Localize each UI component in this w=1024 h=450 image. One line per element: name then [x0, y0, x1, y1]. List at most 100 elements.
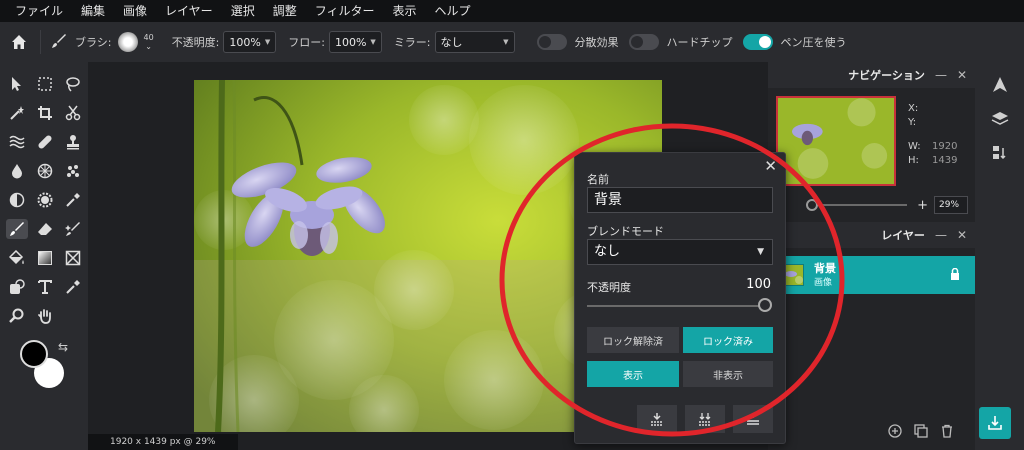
toggle-knob	[758, 36, 771, 48]
duplicate-layer-icon[interactable]	[914, 424, 928, 441]
export-icon[interactable]	[979, 407, 1011, 439]
unlock-button[interactable]: ロック解除済	[587, 327, 679, 353]
zoom-controls: + 29%	[776, 196, 968, 214]
toggle-knob	[630, 36, 643, 48]
shapes-tool-icon[interactable]	[6, 277, 28, 297]
delete-layer-icon[interactable]	[940, 424, 954, 441]
h-value: 1439	[932, 155, 958, 166]
layers-footer	[888, 424, 954, 441]
zoom-tool-icon[interactable]	[6, 306, 28, 326]
menu-image[interactable]: 画像	[114, 0, 156, 22]
layers-title: レイヤー	[881, 229, 925, 242]
show-button[interactable]: 表示	[587, 361, 679, 387]
paint-bucket-icon[interactable]	[6, 248, 28, 268]
brush-preview[interactable]	[117, 32, 138, 52]
menu-edit[interactable]: 編集	[72, 0, 114, 22]
blend-mode-value: なし	[594, 244, 621, 259]
merge-visible-icon[interactable]	[685, 405, 725, 433]
hard-tip-toggle[interactable]	[628, 34, 659, 50]
home-icon[interactable]	[8, 31, 30, 53]
flow-label: フロー:	[288, 36, 325, 49]
flatten-icon[interactable]	[733, 405, 773, 433]
opacity-value: 100	[746, 277, 771, 292]
shape-tool-icon[interactable]	[62, 248, 84, 268]
history-icon[interactable]	[975, 136, 1024, 170]
navigator-viewport-frame[interactable]	[776, 96, 896, 186]
zoom-in-icon[interactable]: +	[917, 198, 928, 213]
pen-pressure-label: ペン圧を使う	[780, 36, 847, 49]
gradient-tool-icon[interactable]	[34, 248, 56, 268]
hide-button[interactable]: 非表示	[683, 361, 773, 387]
menu-adjust[interactable]: 調整	[264, 0, 306, 22]
opacity-dropdown[interactable]: 100% ▼	[223, 31, 277, 53]
dots-tool-icon[interactable]	[62, 161, 84, 181]
blend-mode-select[interactable]: なし ▼	[587, 239, 773, 265]
close-icon[interactable]: ✕	[764, 157, 777, 175]
menu-file[interactable]: ファイル	[6, 0, 72, 22]
zoom-slider[interactable]	[806, 199, 908, 211]
dropdown-arrow-icon: ▼	[370, 38, 376, 46]
blur-tool-icon[interactable]	[6, 161, 28, 181]
menu-select[interactable]: 選択	[222, 0, 264, 22]
flow-value: 100%	[334, 35, 367, 49]
add-layer-icon[interactable]	[888, 424, 902, 441]
gear-tool-icon[interactable]	[34, 190, 56, 210]
layer-name-input[interactable]: 背景	[587, 187, 773, 213]
lasso-tool-icon[interactable]	[62, 74, 84, 94]
sponge-tool-icon[interactable]	[34, 161, 56, 181]
color-swatches: ⇆	[20, 340, 68, 388]
text-tool-icon[interactable]	[34, 277, 56, 297]
crop-tool-icon[interactable]	[34, 103, 56, 123]
eraser-icon[interactable]	[34, 219, 56, 239]
magic-wand-icon[interactable]	[6, 103, 28, 123]
hand-tool-icon[interactable]	[34, 306, 56, 326]
smart-brush-icon[interactable]	[62, 219, 84, 239]
close-icon[interactable]: ✕	[957, 68, 967, 82]
menu-filter[interactable]: フィルター	[306, 0, 384, 22]
menu-layer[interactable]: レイヤー	[156, 0, 222, 22]
swap-colors-icon[interactable]: ⇆	[58, 340, 68, 354]
layer-item[interactable]: 背景 画像	[768, 256, 975, 294]
opacity-slider-knob[interactable]	[758, 298, 772, 312]
brush-size[interactable]: 40 ⌄	[144, 33, 154, 51]
dodge-tool-icon[interactable]	[6, 190, 28, 210]
pen-pressure-toggle[interactable]	[742, 34, 773, 50]
scatter-toggle[interactable]	[536, 34, 567, 50]
opacity-label: 不透明度	[587, 281, 631, 294]
flow-dropdown[interactable]: 100% ▼	[328, 31, 382, 53]
minimize-icon[interactable]: —	[935, 228, 947, 242]
menu-help[interactable]: ヘルプ	[426, 0, 480, 22]
scissors-icon[interactable]	[62, 103, 84, 123]
merge-down-icon[interactable]	[637, 405, 677, 433]
color-picker-icon[interactable]	[62, 277, 84, 297]
zoom-input[interactable]: 29%	[934, 196, 968, 214]
w-value: 1920	[932, 141, 958, 152]
brush-tool-icon	[51, 33, 67, 52]
marquee-tool-icon[interactable]	[34, 74, 56, 94]
minimize-icon[interactable]: —	[935, 68, 947, 82]
hard-tip-label: ハードチップ	[666, 36, 733, 49]
layers-header: レイヤー — ✕	[768, 222, 975, 248]
zoom-slider-knob[interactable]	[806, 199, 818, 211]
lock-button[interactable]: ロック済み	[683, 327, 773, 353]
opacity-slider[interactable]	[587, 305, 765, 307]
close-icon[interactable]: ✕	[957, 228, 967, 242]
h-label: H:	[908, 155, 919, 166]
mirror-dropdown[interactable]: なし ▼	[434, 31, 515, 53]
navigator-icon[interactable]	[975, 68, 1024, 102]
clone-stamp-icon[interactable]	[62, 132, 84, 152]
menu-view[interactable]: 表示	[383, 0, 425, 22]
tool-panel: ⇆	[0, 62, 88, 450]
foreground-color-swatch[interactable]	[20, 340, 48, 368]
opacity-value: 100%	[229, 35, 261, 49]
lock-icon[interactable]	[949, 267, 961, 283]
brush-tool-icon[interactable]	[6, 219, 28, 239]
brush-label: ブラシ:	[75, 36, 112, 49]
layers-icon[interactable]	[975, 102, 1024, 136]
layer-properties-dialog: ✕ 名前 背景 ブレンドモード なし ▼ 不透明度 100 ロック解除済 ロック済…	[574, 152, 786, 444]
eyedropper-icon[interactable]	[62, 190, 84, 210]
panels: ナビゲーション — ✕ X: Y: W: 1920 H: 1439 + 29% レイ…	[768, 62, 975, 450]
liquify-tool-icon[interactable]	[6, 132, 28, 152]
bandage-tool-icon[interactable]	[34, 132, 56, 152]
move-tool-icon[interactable]	[6, 74, 28, 94]
